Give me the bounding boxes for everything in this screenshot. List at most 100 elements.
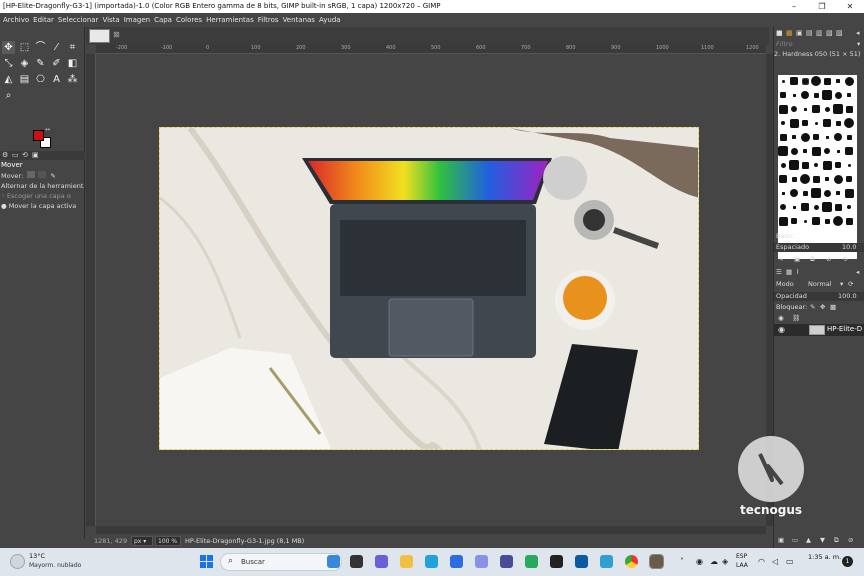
chrome-icon[interactable] bbox=[625, 555, 638, 568]
brush-preset[interactable] bbox=[822, 160, 832, 170]
bucket-fill-tool-icon[interactable]: ◭ bbox=[2, 73, 15, 86]
weather-icon[interactable] bbox=[10, 554, 25, 569]
chevron-down-icon[interactable]: ▾ bbox=[857, 40, 860, 48]
clone-tool-icon[interactable]: ⎔ bbox=[34, 73, 47, 86]
brush-preset[interactable] bbox=[781, 79, 785, 83]
tray-app-icon[interactable]: ◈ bbox=[722, 557, 728, 566]
brush-preset[interactable] bbox=[778, 104, 788, 114]
clock-time[interactable]: 1:35 a. m. bbox=[808, 553, 841, 561]
windows-start-icon[interactable] bbox=[200, 555, 213, 568]
brush-preset[interactable] bbox=[814, 121, 818, 125]
menu-ayuda[interactable]: Ayuda bbox=[317, 13, 343, 27]
input-language[interactable]: ESP bbox=[736, 553, 747, 560]
brush-preset[interactable] bbox=[844, 76, 854, 86]
brush-preset[interactable] bbox=[845, 105, 853, 113]
store-icon[interactable] bbox=[450, 555, 463, 568]
brush-preset[interactable] bbox=[803, 107, 807, 111]
brush-preset[interactable] bbox=[823, 77, 831, 85]
brush-preset[interactable] bbox=[823, 119, 831, 127]
undo-history-tab-icon[interactable]: ⟲ bbox=[22, 151, 28, 159]
file-explorer-icon[interactable] bbox=[400, 555, 413, 568]
brush-preset[interactable] bbox=[812, 105, 820, 113]
brush-preset[interactable] bbox=[781, 191, 785, 195]
brush-preset[interactable] bbox=[847, 205, 851, 209]
menu-editar[interactable]: Editar bbox=[31, 13, 56, 27]
brush-preset[interactable] bbox=[823, 189, 831, 197]
lock-alpha-icon[interactable]: ▩ bbox=[830, 303, 836, 311]
brush-preset[interactable] bbox=[801, 91, 809, 99]
delete-brush-icon[interactable]: ⊘ bbox=[826, 255, 831, 263]
palettes-tab-icon[interactable]: ▨ bbox=[836, 29, 843, 37]
brush-preset[interactable] bbox=[844, 188, 854, 198]
brush-preset[interactable] bbox=[812, 217, 820, 225]
fuzzy-select-tool-icon[interactable]: ⁄ bbox=[50, 41, 63, 54]
layers-tab-icon[interactable]: ☰ bbox=[776, 268, 782, 276]
brush-preset[interactable] bbox=[792, 93, 796, 97]
brush-preset[interactable] bbox=[780, 204, 786, 210]
weather-description[interactable]: Mayorm. nublado bbox=[29, 562, 81, 569]
fonts-tab-icon[interactable]: ▣ bbox=[796, 29, 803, 37]
image-layer[interactable] bbox=[159, 127, 699, 450]
brush-filter-input[interactable]: Filtro bbox=[776, 40, 793, 48]
image-tab-thumbnail[interactable] bbox=[89, 29, 110, 43]
horizontal-scrollbar[interactable] bbox=[96, 526, 766, 534]
brush-preset[interactable] bbox=[780, 162, 786, 168]
maximize-button[interactable]: ❐ bbox=[808, 0, 836, 13]
brush-preset[interactable] bbox=[836, 79, 840, 83]
gimp-icon[interactable] bbox=[649, 554, 664, 569]
brush-spacing-row[interactable]: Espaciado 10.0 bbox=[774, 243, 864, 252]
gradient-tool-icon[interactable]: ▤ bbox=[18, 73, 31, 86]
menu-filtros[interactable]: Filtros bbox=[256, 13, 281, 27]
brush-preset[interactable] bbox=[812, 175, 820, 183]
new-group-icon[interactable]: ▭ bbox=[792, 536, 798, 544]
brush-preset[interactable] bbox=[824, 106, 830, 112]
lasso-tool-icon[interactable]: ⌒ bbox=[34, 41, 47, 54]
menu-archivo[interactable]: Archivo bbox=[1, 13, 31, 27]
tab-menu-icon[interactable]: ◂ bbox=[856, 268, 859, 276]
close-button[interactable]: ✕ bbox=[836, 0, 864, 13]
menu-vista[interactable]: Vista bbox=[100, 13, 121, 27]
edit-brush-icon[interactable]: ✎ bbox=[778, 255, 783, 263]
brush-preset[interactable] bbox=[825, 177, 829, 181]
menu-capa[interactable]: Capa bbox=[152, 13, 174, 27]
brush-preset[interactable] bbox=[833, 216, 843, 226]
brush-preset[interactable] bbox=[813, 204, 819, 210]
minimize-button[interactable]: – bbox=[780, 0, 808, 13]
radio-move-active-layer[interactable]: ● Mover la capa activa bbox=[1, 202, 84, 210]
brush-preset[interactable] bbox=[792, 135, 796, 139]
chevron-up-icon[interactable]: ˄ bbox=[680, 557, 684, 566]
text-tool-icon[interactable]: A bbox=[50, 73, 63, 86]
patterns-tab-icon[interactable]: ▦ bbox=[786, 29, 793, 37]
paintbrush-tool-icon[interactable]: ✐ bbox=[50, 57, 63, 70]
move-path-mode-icon[interactable]: ✎ bbox=[50, 172, 55, 180]
brush-preset[interactable] bbox=[791, 218, 797, 224]
lock-pixels-icon[interactable]: ✎ bbox=[810, 303, 815, 311]
layer-composite-icon[interactable]: ⟳ bbox=[848, 280, 853, 288]
app-icon[interactable] bbox=[575, 555, 588, 568]
brush-preset[interactable] bbox=[824, 148, 830, 154]
brush-preset[interactable] bbox=[781, 121, 785, 125]
brush-preset[interactable] bbox=[814, 163, 818, 167]
rect-select-tool-icon[interactable]: ⬚ bbox=[18, 41, 31, 54]
new-brush-icon[interactable]: ▣ bbox=[794, 255, 800, 263]
brush-preset[interactable] bbox=[791, 176, 797, 182]
brush-preset[interactable] bbox=[833, 104, 843, 114]
brush-preset[interactable] bbox=[780, 92, 786, 98]
eraser-tool-icon[interactable]: ◧ bbox=[66, 57, 79, 70]
menu-herramientas[interactable]: Herramientas bbox=[204, 13, 256, 27]
move-selection-mode-icon[interactable] bbox=[38, 171, 47, 178]
settings-icon[interactable] bbox=[600, 555, 613, 568]
volume-icon[interactable]: ◁ bbox=[772, 557, 778, 566]
paths-tool-icon[interactable]: ✎ bbox=[34, 57, 47, 70]
edge-icon[interactable] bbox=[425, 555, 438, 568]
brush-preset[interactable] bbox=[789, 160, 799, 170]
brush-preset[interactable] bbox=[791, 106, 797, 112]
device-status-tab-icon[interactable]: ▭ bbox=[12, 151, 19, 159]
tray-cloud-icon[interactable]: ☁ bbox=[710, 557, 718, 566]
lock-position-icon[interactable]: ✥ bbox=[820, 303, 825, 311]
brush-preset[interactable] bbox=[800, 132, 810, 142]
brush-preset[interactable] bbox=[845, 217, 853, 225]
brush-preset[interactable] bbox=[834, 91, 842, 99]
menu-imagen[interactable]: Imagen bbox=[122, 13, 152, 27]
layer-mode-row[interactable]: Modo Normal ▾ ⟳ bbox=[774, 280, 864, 289]
